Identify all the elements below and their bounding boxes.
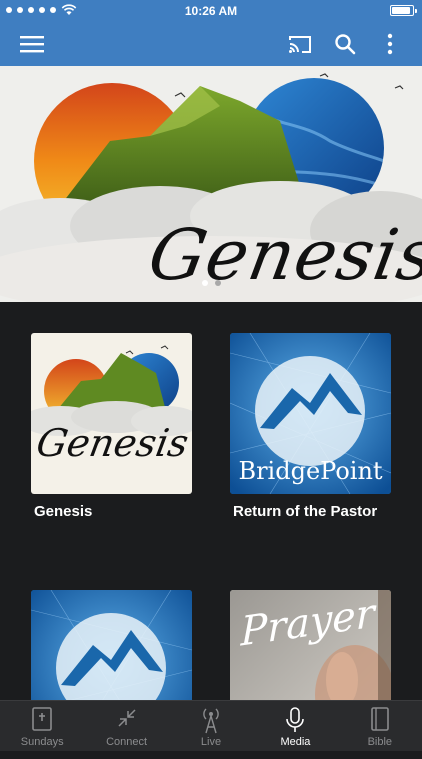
connect-arrows-icon — [118, 709, 136, 727]
more-options-button[interactable] — [376, 30, 404, 58]
bottom-tab-bar: Sundays Connect Live Media Bible — [0, 700, 422, 751]
menu-icon — [20, 36, 44, 53]
tab-bible[interactable]: Bible — [338, 701, 422, 751]
antenna-icon — [203, 708, 219, 734]
tab-label: Media — [280, 736, 311, 748]
hero-banner[interactable]: Genesis — [0, 66, 422, 302]
media-card-return-of-the-pastor[interactable]: BridgePoint Return of the Pastor — [230, 333, 391, 522]
battery-level — [392, 7, 411, 14]
cast-icon — [289, 36, 311, 53]
card-thumbnail[interactable]: Genesis — [31, 333, 192, 494]
media-grid: Genesis Genesis BridgePoint Return of th… — [0, 302, 422, 751]
card-thumbnail[interactable]: BridgePoint — [230, 333, 391, 494]
tab-connect[interactable]: Connect — [84, 701, 168, 751]
tab-label: Sundays — [20, 736, 64, 748]
tab-label: Live — [200, 736, 222, 748]
card-art-text: Genesis — [33, 421, 192, 465]
more-vertical-icon — [387, 33, 393, 55]
menu-button[interactable] — [18, 30, 46, 58]
tab-sundays[interactable]: Sundays — [0, 701, 84, 751]
card-title: Genesis — [34, 503, 93, 520]
status-bar: 10:26 AM — [0, 0, 422, 22]
app-bar — [0, 22, 422, 66]
tab-media[interactable]: Media — [253, 701, 337, 751]
status-time: 10:26 AM — [184, 4, 238, 18]
pager-dot-active[interactable] — [201, 280, 208, 286]
pager-dot[interactable] — [214, 280, 221, 286]
tab-label: Bible — [367, 736, 393, 748]
tab-label: Connect — [106, 736, 148, 748]
bible-icon — [371, 707, 389, 731]
search-button[interactable] — [331, 30, 359, 58]
cast-button[interactable] — [286, 30, 314, 58]
search-icon — [335, 34, 356, 55]
card-art-text: BridgePoint — [238, 457, 383, 485]
book-icon — [32, 707, 53, 731]
hero-pager — [0, 280, 422, 286]
tab-live[interactable]: Live — [169, 701, 253, 751]
genesis-artwork — [31, 345, 192, 436]
microphone-icon — [286, 707, 305, 732]
battery-icon — [390, 5, 417, 16]
media-card-genesis[interactable]: Genesis Genesis — [31, 333, 192, 522]
card-title: Return of the Pastor — [233, 503, 378, 520]
